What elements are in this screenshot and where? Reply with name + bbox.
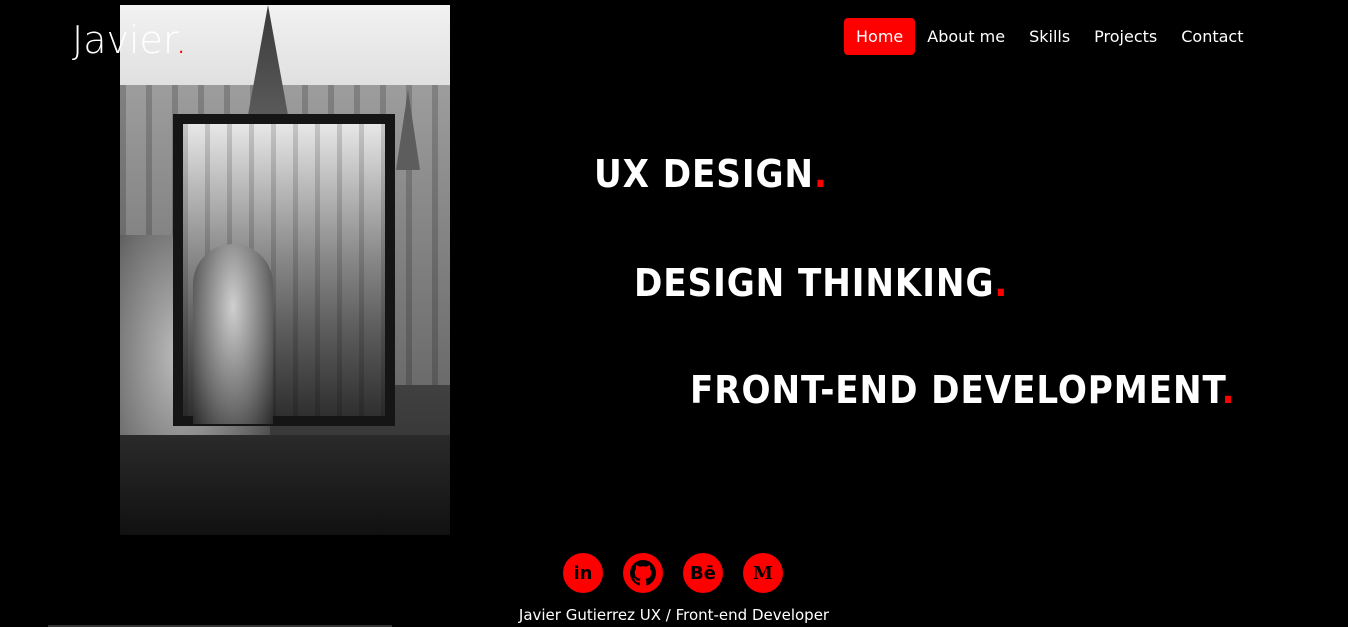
headline-text: DESIGN THINKING [634,261,995,305]
nav-about-me[interactable]: About me [915,18,1017,55]
photo-jacket [120,435,450,535]
nav-contact[interactable]: Contact [1169,18,1255,55]
linkedin-icon[interactable]: in [563,553,603,593]
social-links: in Bē M [563,553,783,593]
nav-skills[interactable]: Skills [1017,18,1082,55]
medium-glyph: M [753,562,773,584]
behance-icon[interactable]: Bē [683,553,723,593]
nav-home[interactable]: Home [844,18,916,55]
logo-dot: . [175,18,188,62]
hero-photo [120,5,450,535]
behance-glyph: Bē [690,562,716,584]
headline-ux-design: UX DESIGN. [594,152,828,196]
main-nav: Home About me Skills Projects Contact [844,18,1256,55]
headline-front-end: FRONT-END DEVELOPMENT. [690,368,1235,412]
headline-dot: . [1221,368,1236,412]
linkedin-glyph: in [573,562,593,584]
headline-dot: . [994,261,1009,305]
github-icon[interactable] [623,553,663,593]
footer-credit: Javier Gutierrez UX / Front-end Develope… [518,606,830,624]
photo-film-frame [173,114,395,426]
headline-dot: . [813,152,828,196]
headline-text: FRONT-END DEVELOPMENT [690,368,1222,412]
photo-frame-face [193,244,273,424]
headline-text: UX DESIGN [594,152,814,196]
headline-design-thinking: DESIGN THINKING. [634,261,1008,305]
logo-text: Javier [72,18,176,62]
medium-icon[interactable]: M [743,553,783,593]
github-glyph [630,560,656,586]
site-logo[interactable]: Javier. [72,18,187,62]
nav-projects[interactable]: Projects [1082,18,1169,55]
